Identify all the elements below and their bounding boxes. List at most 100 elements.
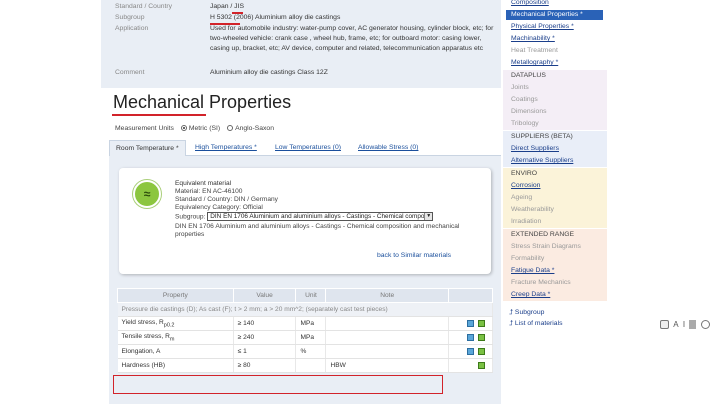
text-size-icon[interactable]: A [673, 320, 678, 329]
row-actions [448, 316, 493, 331]
sidebar-item-metallography[interactable]: Metallography * [511, 58, 558, 68]
anglo-label: Anglo-Saxon [235, 125, 274, 132]
info-value: H 5302 (2006) Aluminium alloy die castin… [210, 14, 341, 21]
dataplus-heading: DATAPLUS [511, 72, 546, 79]
sidebar-item-fatigue-data[interactable]: Fatigue Data * [511, 266, 554, 276]
sidebar-item-heat-treatment[interactable]: Heat Treatment [511, 46, 558, 56]
settings-icon[interactable] [660, 320, 669, 330]
row-value: ≥ 80 [233, 358, 297, 373]
equivalent-standard: Standard / Country: DIN / Germany [175, 196, 278, 203]
suppliers-section: SUPPLIERS (BETA) Direct Suppliers Altern… [503, 131, 607, 167]
sidebar-item-mechanical-properties[interactable]: Mechanical Properties * [506, 10, 603, 20]
table-icon[interactable] [478, 319, 486, 327]
sidebar-item-physical-properties[interactable]: Physical Properties * [511, 22, 574, 32]
row-note [325, 344, 450, 359]
sidebar-item-tribology[interactable]: Tribology [511, 119, 539, 129]
subgroup-selected-value: DIN EN 1706 Aluminium and aluminium allo… [210, 213, 430, 220]
sidebar-item-alternative-suppliers[interactable]: Alternative Suppliers [511, 156, 573, 166]
hardness-highlight-box [113, 375, 443, 394]
equivalent-icon: ≈ [133, 180, 161, 208]
info-value: Japan / JIS [210, 3, 245, 10]
sidebar-item-joints[interactable]: Joints [511, 83, 529, 93]
equivalent-material: Material: EN AC-46100 [175, 188, 243, 195]
sidebar-item-direct-suppliers[interactable]: Direct Suppliers [511, 144, 559, 154]
header-value: Value [232, 288, 297, 303]
sidebar-item-creep-data[interactable]: Creep Data * [511, 290, 550, 300]
row-unit [295, 358, 327, 373]
table-row: Elongation, A ≤ 1 % [117, 344, 493, 359]
tab-panel: ≈ Equivalent material Material: EN AC-46… [109, 156, 501, 404]
row-property: Elongation, A [117, 344, 234, 359]
subgroup-description: DIN EN 1706 Aluminium and aluminium allo… [175, 223, 460, 238]
row-actions [448, 344, 493, 359]
sidebar-item-fracture-mechanics[interactable]: Fracture Mechanics [511, 278, 571, 288]
row-property: Yield stress, Rp0.2 [117, 316, 234, 331]
extended-range-section: EXTENDED RANGE Stress Strain Diagrams Fo… [503, 229, 607, 301]
chart-icon[interactable] [467, 333, 475, 341]
sidebar-item-formability[interactable]: Formability [511, 254, 544, 264]
sidebar-item-composition[interactable]: Composition [511, 0, 549, 8]
header-property: Property [117, 288, 234, 303]
properties-table: Property Value Unit Note Pressure die ca… [117, 288, 493, 373]
subgroup-select[interactable]: DIN EN 1706 Aluminium and aluminium allo… [207, 212, 434, 221]
info-key: Standard / Country [115, 3, 173, 10]
table-icon[interactable] [478, 333, 486, 341]
chart-icon[interactable] [467, 319, 475, 327]
row-note [325, 316, 450, 331]
row-property: Hardness (HB) [117, 358, 234, 373]
row-unit: MPa [295, 330, 327, 345]
sidebar: Composition Mechanical Properties * Phys… [503, 0, 607, 404]
anglo-radio[interactable] [227, 125, 234, 131]
table-icon[interactable] [478, 361, 486, 369]
sidebar-item-stress-strain[interactable]: Stress Strain Diagrams [511, 242, 581, 252]
info-value: Used for automobile industry: water-pump… [210, 25, 494, 52]
sidebar-item-machinability[interactable]: Machinability * [511, 34, 555, 44]
chevron-down-icon[interactable]: ▼ [424, 213, 433, 220]
sidebar-list-link[interactable]: ⮥ List of materials [509, 320, 563, 328]
header-note: Note [325, 288, 450, 303]
subgroup-label: Subgroup: [175, 213, 206, 221]
extended-heading: EXTENDED RANGE [511, 231, 575, 238]
equivalent-details: Equivalent material Material: EN AC-4610… [175, 180, 475, 212]
table-header-row: Property Value Unit Note [117, 288, 493, 303]
tab-allowable-stress[interactable]: Allowable Stress (0) [358, 140, 418, 156]
row-note [325, 330, 450, 345]
sidebar-subgroup-link[interactable]: ⮥ Subgroup [509, 309, 544, 317]
equivalent-category: Equivalency Category: Official [175, 204, 263, 211]
jis-underline [232, 12, 243, 14]
metric-radio[interactable] [180, 125, 187, 131]
row-actions [448, 358, 493, 373]
sidebar-item-coatings[interactable]: Coatings [511, 95, 538, 105]
tab-high-temperatures[interactable]: High Temperatures * [195, 140, 257, 156]
back-to-similar-link[interactable]: back to Similar materials [377, 252, 451, 259]
tab-room-temperature[interactable]: Room Temperature * [109, 140, 186, 156]
sidebar-item-dimensions[interactable]: Dimensions [511, 107, 547, 117]
page-icon[interactable] [689, 320, 697, 330]
info-key: Application [115, 25, 149, 32]
subgroup-underline [210, 23, 240, 25]
header-actions [448, 288, 493, 303]
chart-icon[interactable] [467, 347, 475, 355]
sidebar-item-irradiation[interactable]: Irradiation [511, 217, 541, 227]
main-content: Standard / Country Japan / JIS Subgroup … [101, 0, 501, 404]
row-property: Tensile stress, Rm [117, 330, 234, 345]
info-key: Subgroup [115, 14, 145, 21]
tab-bar: Room Temperature * High Temperatures * L… [109, 140, 501, 156]
enviro-section: ENVIRO Corrosion Ageing Weatherability I… [503, 168, 607, 228]
row-note: HBW [325, 358, 450, 373]
sidebar-item-ageing[interactable]: Ageing [511, 193, 532, 203]
table-icon[interactable] [478, 347, 486, 355]
row-value: ≥ 240 [233, 330, 297, 345]
tab-low-temperatures[interactable]: Low Temperatures (0) [275, 140, 341, 156]
circle-icon[interactable] [700, 320, 710, 330]
page-title: Mechanical Properties [113, 92, 292, 112]
info-key: Comment [115, 69, 145, 76]
sidebar-item-corrosion[interactable]: Corrosion [511, 181, 540, 191]
sidebar-item-weatherability[interactable]: Weatherability [511, 205, 554, 215]
title-underline [112, 114, 206, 116]
enviro-heading: ENVIRO [511, 170, 538, 177]
equivalent-heading: Equivalent material [175, 180, 232, 187]
text-style-icon[interactable]: I [683, 320, 685, 329]
row-actions [448, 330, 493, 345]
row-unit: MPa [295, 316, 327, 331]
